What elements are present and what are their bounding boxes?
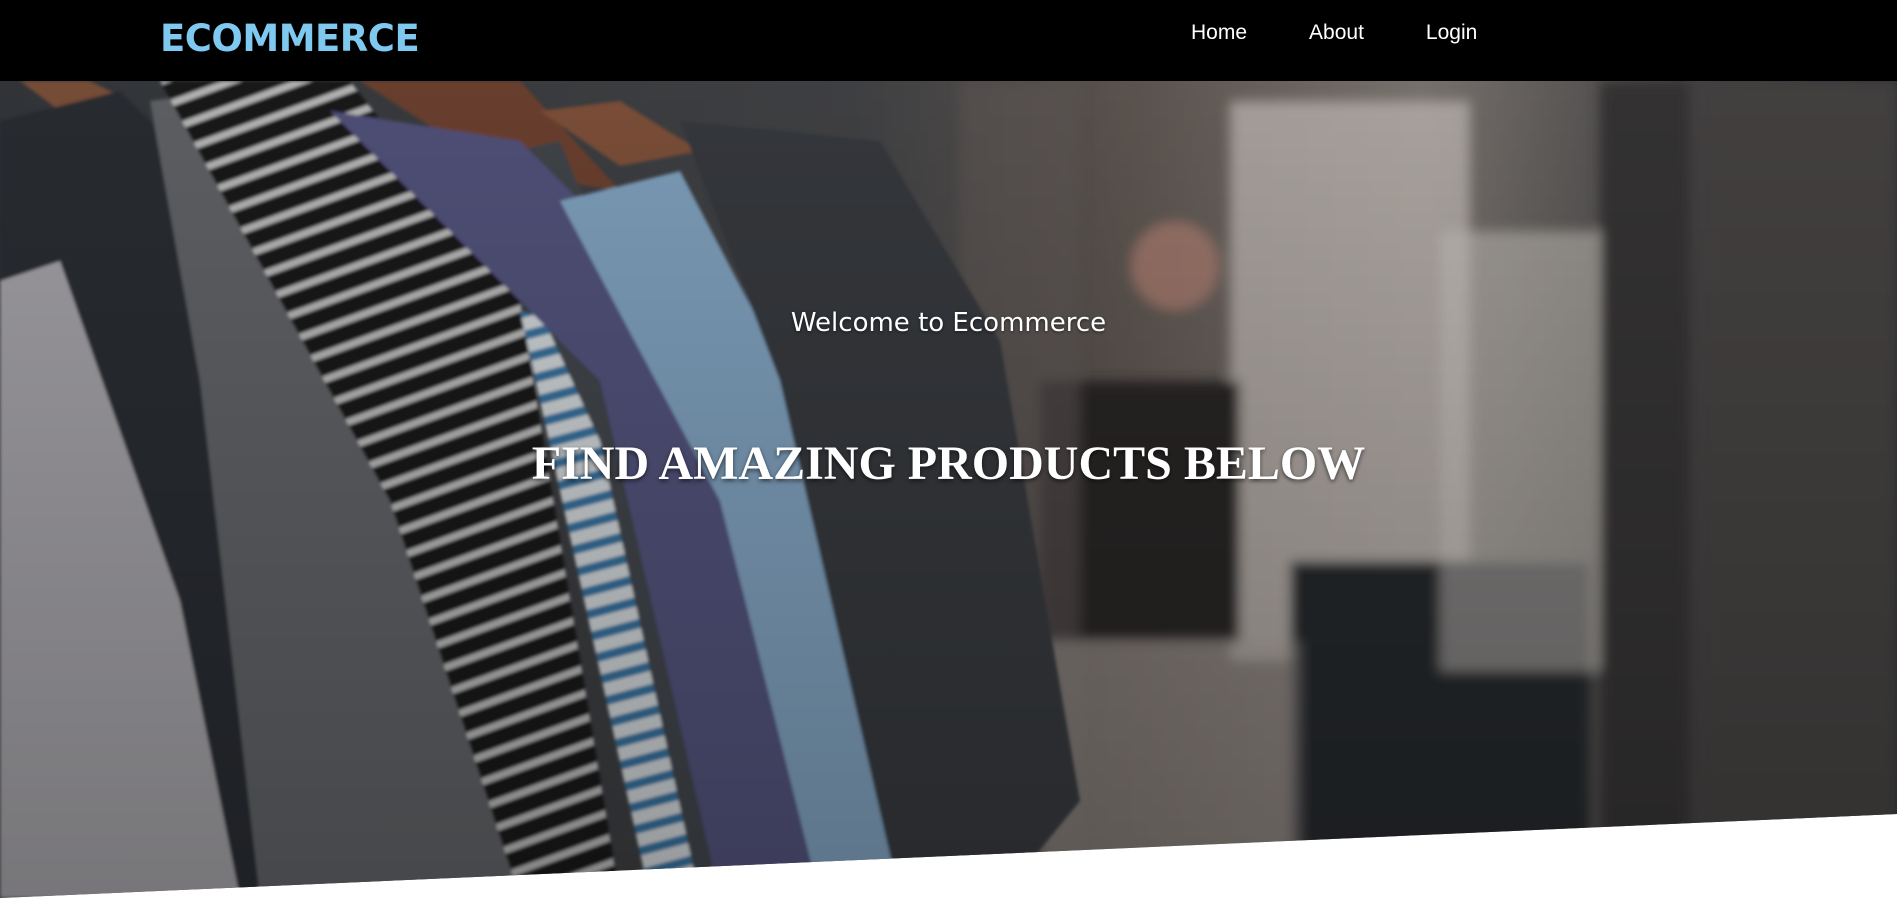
brand-logo[interactable]: ECOMMERCE [160,15,420,63]
nav-link-home[interactable]: Home [1160,20,1278,46]
top-navbar: ECOMMERCE Home About Login [0,0,1897,81]
nav-links: Home About Login [1160,20,1508,46]
nav-link-login[interactable]: Login [1395,20,1508,46]
nav-item-home: Home [1160,20,1278,46]
hero-welcome-text: Welcome to Ecommerce [790,308,1107,338]
hero-section: Welcome to Ecommerce FIND AMAZING PRODUC… [0,81,1897,898]
nav-item-login: Login [1395,20,1508,46]
nav-item-about: About [1278,20,1395,46]
hero-headline: FIND AMAZING PRODUCTS BELOW [531,437,1366,490]
nav-link-about[interactable]: About [1278,20,1395,46]
